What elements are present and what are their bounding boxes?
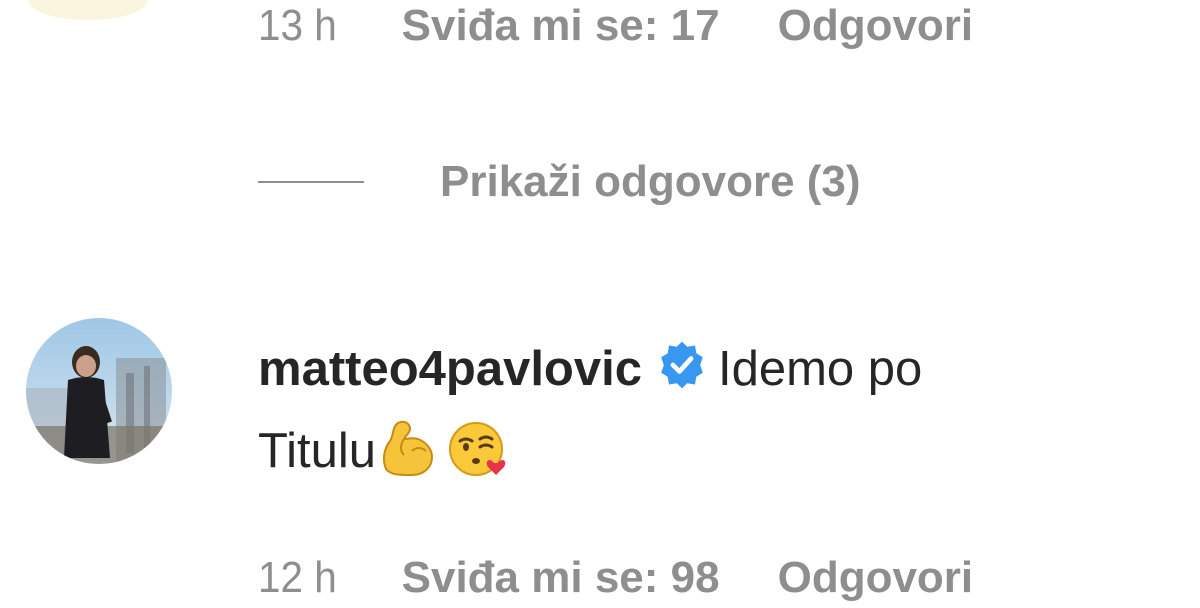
verified-badge-icon <box>656 334 708 389</box>
comment-body: matteo4pavlovic Idemo po Titulu <box>258 328 1158 492</box>
comment-text-part2: Titulu <box>258 424 377 478</box>
comment-username[interactable]: matteo4pavlovic <box>258 342 642 396</box>
face-blowing-kiss-emoji <box>446 417 510 481</box>
divider-line <box>258 181 364 183</box>
comment-timestamp: 12 h <box>258 553 337 602</box>
flexed-biceps-emoji <box>376 417 440 481</box>
comment-meta: 12 h Sviđa mi se: 98 Odgovori <box>258 548 973 608</box>
comment-text-part1: Idemo po <box>718 342 923 396</box>
previous-comment-meta: 13 h Sviđa mi se: 17 Odgovori <box>258 0 973 56</box>
previous-avatar-fragment <box>28 0 148 20</box>
view-replies-button[interactable]: Prikaži odgovore (3) <box>258 152 861 212</box>
comment-timestamp: 13 h <box>258 1 337 50</box>
view-replies-label: Prikaži odgovore (3) <box>440 157 861 206</box>
likes-count[interactable]: Sviđa mi se: 17 <box>402 1 720 51</box>
reply-button[interactable]: Odgovori <box>778 553 974 603</box>
avatar[interactable] <box>26 318 172 464</box>
reply-button[interactable]: Odgovori <box>778 1 974 51</box>
likes-count[interactable]: Sviđa mi se: 98 <box>402 553 720 603</box>
